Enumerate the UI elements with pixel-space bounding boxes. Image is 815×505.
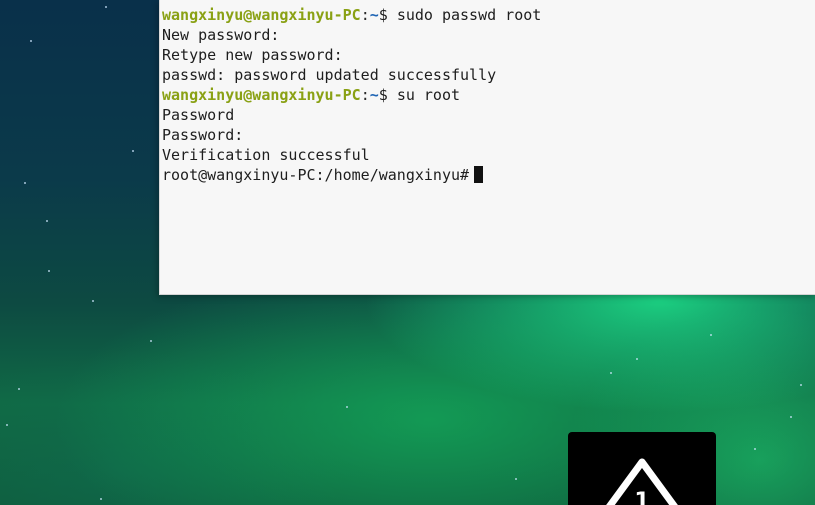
wallpaper-star bbox=[610, 372, 612, 374]
terminal-prompt-line: wangxinyu@wangxinyu-PC:~$ sudo passwd ro… bbox=[162, 5, 812, 25]
terminal-window[interactable]: Password:wangxinyu@wangxinyu-PC:~$ sudo … bbox=[159, 0, 815, 295]
terminal-line-text: Password bbox=[162, 106, 235, 124]
widget-badge-text: 1 bbox=[634, 489, 649, 505]
wallpaper-star bbox=[48, 270, 50, 272]
wallpaper-star bbox=[24, 182, 26, 184]
warning-triangle-icon: 1 bbox=[606, 458, 678, 505]
wallpaper-star bbox=[100, 498, 102, 500]
wallpaper-star bbox=[6, 424, 8, 426]
prompt-symbol: $ bbox=[378, 6, 397, 24]
terminal-prompt-line: wangxinyu@wangxinyu-PC:~$ su root bbox=[162, 85, 812, 105]
notification-widget[interactable]: 1 bbox=[568, 432, 716, 505]
prompt-path: ~ bbox=[369, 6, 379, 24]
wallpaper-star bbox=[636, 358, 638, 360]
terminal-line-text: Password: bbox=[162, 0, 243, 4]
terminal-line-text: Password: bbox=[162, 126, 244, 144]
wallpaper-star bbox=[515, 478, 517, 480]
terminal-line-text: Verification successful bbox=[162, 146, 370, 164]
prompt-user-host: wangxinyu@wangxinyu-PC bbox=[162, 86, 361, 104]
terminal-output-line: root@wangxinyu-PC:/home/wangxinyu# bbox=[162, 165, 812, 185]
wallpaper-star bbox=[790, 416, 792, 418]
prompt-command: su root bbox=[396, 86, 461, 104]
terminal-output-line: Password: bbox=[162, 125, 812, 145]
terminal-output-line: passwd: password updated successfully bbox=[162, 65, 812, 85]
terminal-output[interactable]: Password:wangxinyu@wangxinyu-PC:~$ sudo … bbox=[162, 0, 812, 185]
terminal-output-line: Verification successful bbox=[162, 145, 812, 165]
wallpaper-star bbox=[346, 406, 348, 408]
prompt-separator: : bbox=[360, 86, 370, 104]
terminal-output-line: New password: bbox=[162, 25, 812, 45]
wallpaper-star bbox=[132, 150, 134, 152]
wallpaper-star bbox=[710, 334, 712, 336]
terminal-output-line: Retype new password: bbox=[162, 45, 812, 65]
terminal-cursor bbox=[474, 166, 484, 183]
wallpaper-star bbox=[800, 384, 802, 386]
wallpaper-star bbox=[105, 6, 107, 8]
prompt-user-host: wangxinyu@wangxinyu-PC bbox=[162, 6, 361, 24]
terminal-line-text: root@wangxinyu-PC:/home/wangxinyu# bbox=[162, 166, 470, 184]
wallpaper-star bbox=[18, 388, 20, 390]
terminal-line-text: Retype new password: bbox=[162, 46, 343, 64]
wallpaper-star bbox=[46, 220, 48, 222]
wallpaper-star bbox=[150, 340, 152, 342]
prompt-command: sudo passwd root bbox=[396, 6, 542, 24]
wallpaper-star bbox=[92, 300, 94, 302]
prompt-path: ~ bbox=[369, 86, 379, 104]
terminal-line-text: New password: bbox=[162, 26, 280, 44]
terminal-output-line: Password bbox=[162, 105, 812, 125]
prompt-symbol: $ bbox=[378, 86, 397, 104]
wallpaper-star bbox=[30, 40, 32, 42]
wallpaper-star bbox=[754, 448, 756, 450]
prompt-separator: : bbox=[360, 6, 370, 24]
terminal-line-text: passwd: password updated successfully bbox=[162, 66, 497, 84]
